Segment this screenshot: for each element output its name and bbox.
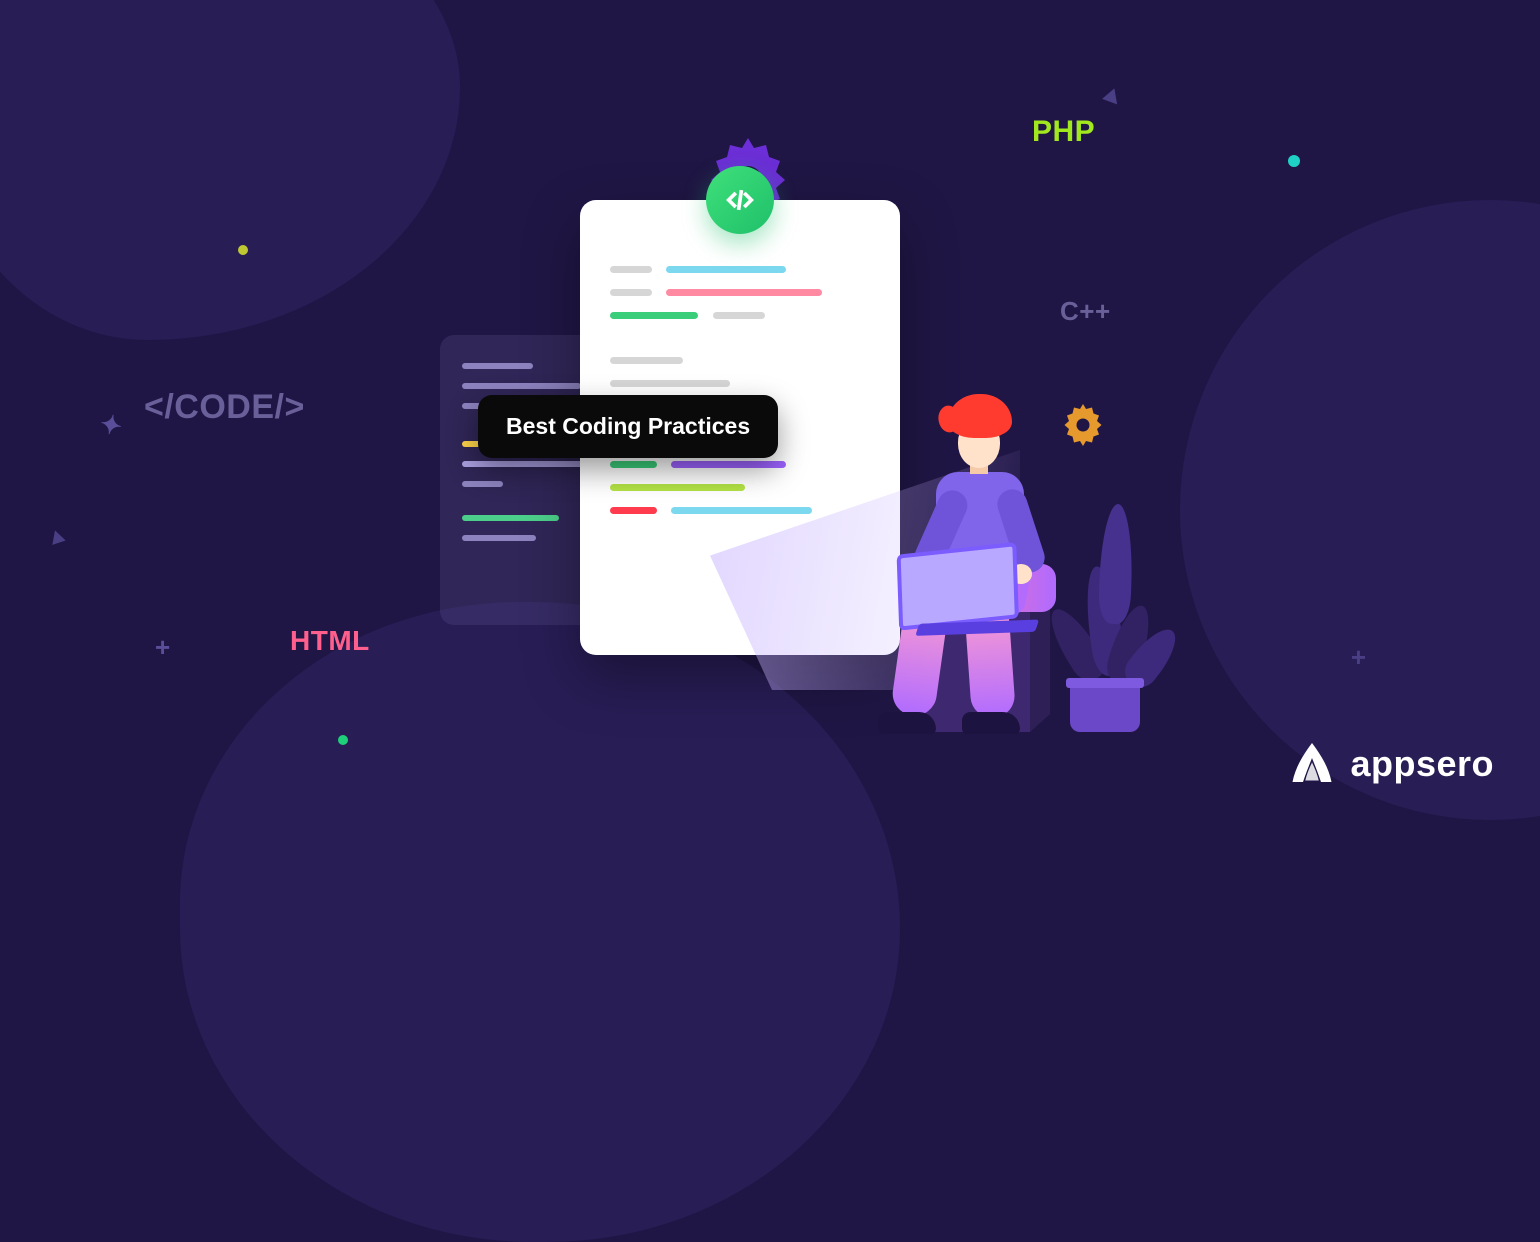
decor-dot (338, 735, 348, 745)
decor-triangle (1102, 86, 1122, 105)
brand-logo: appsero (1288, 740, 1494, 788)
label-html: HTML (290, 625, 370, 657)
laptop-icon (896, 546, 1041, 643)
decor-sparkle: + (155, 632, 170, 663)
decor-dot (238, 245, 248, 255)
bg-blob-bottom (180, 602, 900, 1242)
decor-dot (1288, 155, 1300, 167)
appsero-logo-mark (1288, 740, 1336, 788)
title-pill: Best Coding Practices (478, 395, 778, 458)
brand-name: appsero (1350, 743, 1494, 785)
plant-pot (1070, 684, 1140, 732)
code-slash-icon (706, 166, 774, 234)
bg-blob-top-left (0, 0, 460, 340)
decor-triangle (48, 528, 65, 545)
label-cpp: C++ (1060, 296, 1111, 327)
decor-sparkle: + (1351, 642, 1366, 673)
label-php: PHP (1032, 115, 1095, 149)
person (840, 392, 1080, 732)
decor-sparkle: ✦ (97, 408, 125, 443)
label-code-tag: </CODE/> (144, 388, 305, 427)
developer-illustration (870, 380, 1240, 780)
